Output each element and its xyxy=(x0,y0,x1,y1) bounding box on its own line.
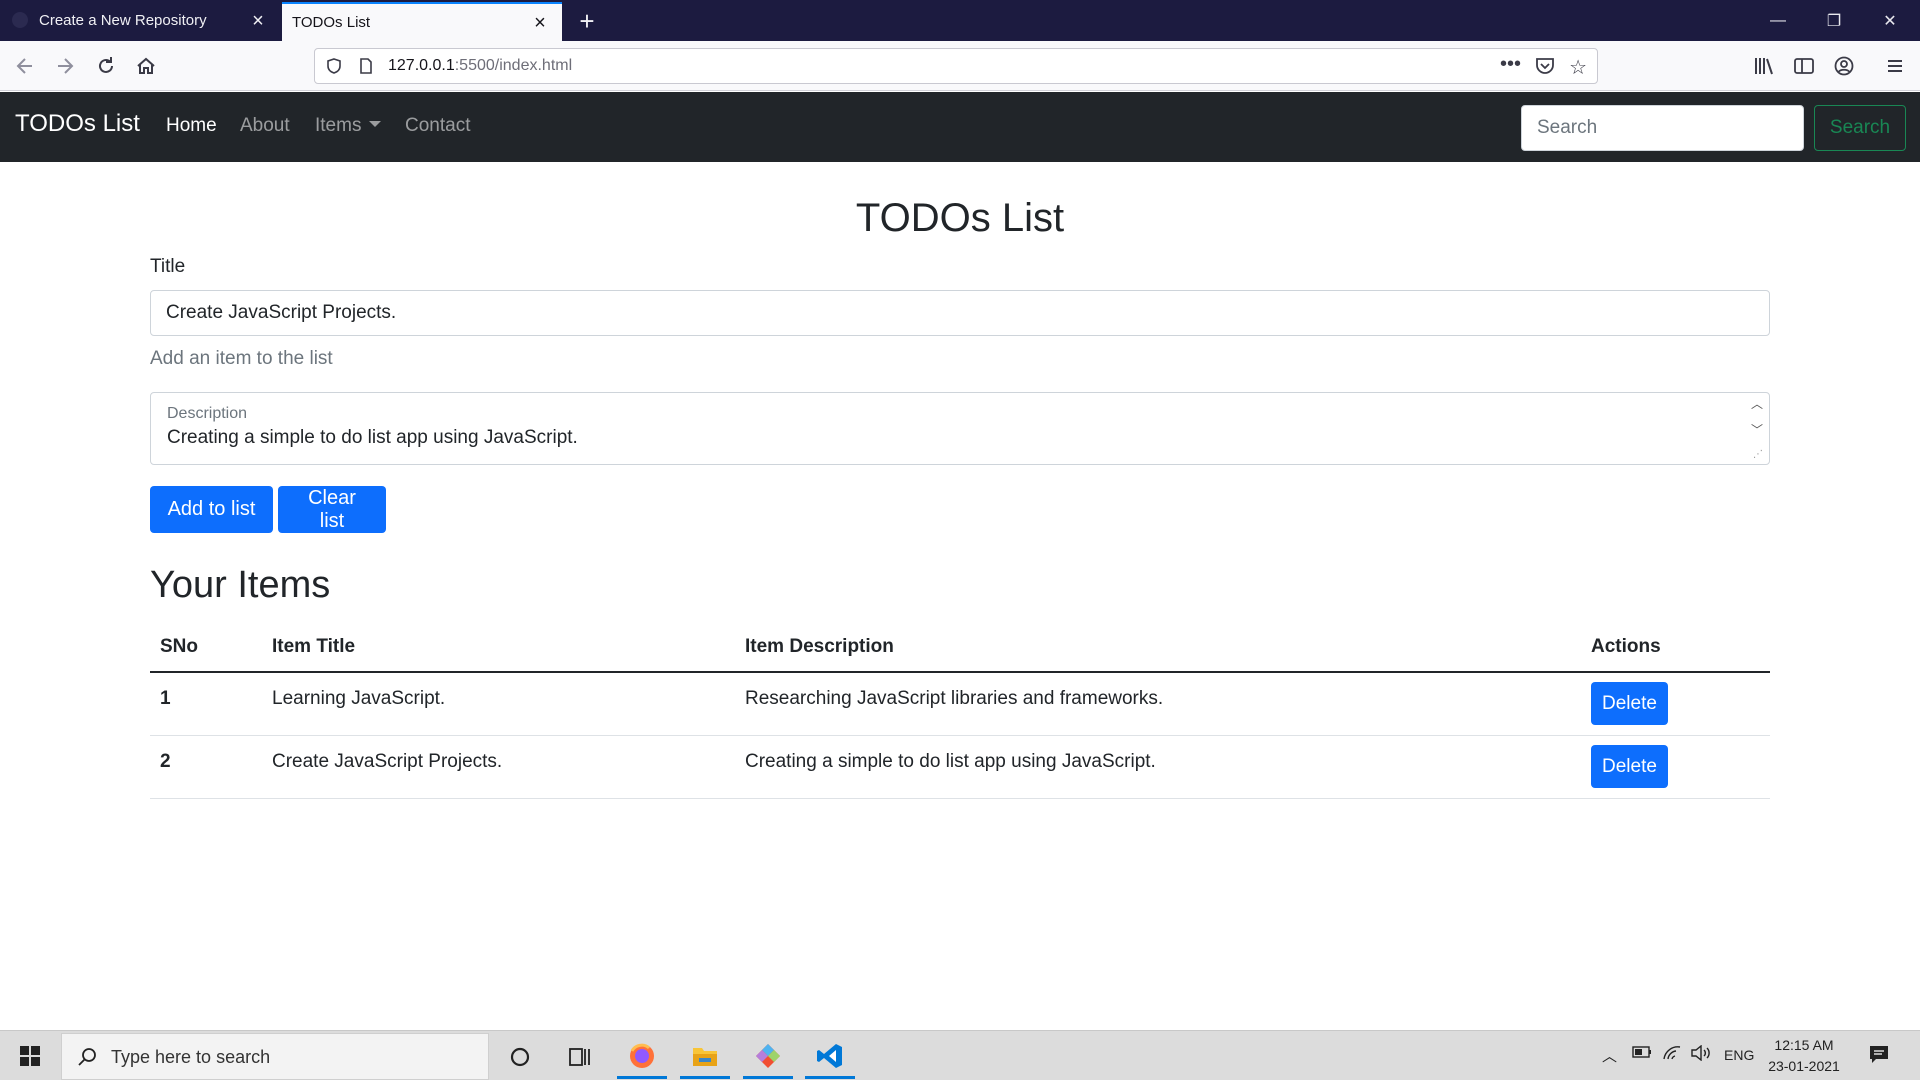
home-icon[interactable] xyxy=(129,49,163,83)
description-value: Creating a simple to do list app using J… xyxy=(167,427,578,448)
row-sno: 2 xyxy=(150,735,262,799)
column-header-sno: SNo xyxy=(150,622,262,673)
volume-icon[interactable] xyxy=(1690,1044,1712,1065)
url-text: 127.0.0.1:5500/index.html xyxy=(388,57,573,74)
new-tab-button[interactable]: + xyxy=(572,6,602,36)
forward-icon[interactable] xyxy=(48,49,82,83)
account-icon[interactable] xyxy=(1827,49,1861,83)
nav-items-dropdown[interactable]: Items xyxy=(315,115,382,137)
items-table: SNo Item Title Item Description Actions … xyxy=(150,622,1770,799)
column-header-description: Item Description xyxy=(735,622,1581,673)
row-actions: Delete xyxy=(1581,672,1770,736)
nav-home[interactable]: Home xyxy=(166,115,217,137)
site-search-input[interactable] xyxy=(1521,105,1804,151)
delete-button[interactable]: Delete xyxy=(1591,745,1668,788)
tab-label: TODOs List xyxy=(292,14,371,31)
tab-todos-list[interactable]: TODOs List × xyxy=(282,2,562,41)
vscode-icon[interactable] xyxy=(805,1035,855,1079)
description-textarea[interactable]: Description Creating a simple to do list… xyxy=(150,392,1770,465)
github-favicon-icon xyxy=(12,12,28,28)
row-title: Learning JavaScript. xyxy=(262,672,735,736)
nav-about[interactable]: About xyxy=(240,115,290,137)
scroll-down-icon[interactable]: ﹀ xyxy=(1751,421,1763,438)
title-input[interactable] xyxy=(150,290,1770,336)
title-label: Title xyxy=(150,256,186,277)
title-help-text: Add an item to the list xyxy=(150,348,333,369)
column-header-actions: Actions xyxy=(1581,622,1770,673)
tab-close-icon[interactable]: × xyxy=(248,11,268,31)
taskbar-search-placeholder: Type here to search xyxy=(111,1047,271,1067)
page-icon[interactable] xyxy=(357,57,375,80)
file-explorer-icon[interactable] xyxy=(680,1035,730,1079)
minimize-button[interactable]: — xyxy=(1750,0,1806,41)
task-view-icon[interactable] xyxy=(555,1035,605,1079)
notifications-icon[interactable] xyxy=(1868,1043,1890,1069)
bookmark-star-icon[interactable]: ☆ xyxy=(1569,55,1587,80)
page-actions-icon[interactable]: ••• xyxy=(1500,53,1521,76)
clear-list-button[interactable]: Clear list xyxy=(278,486,386,533)
close-window-button[interactable]: ✕ xyxy=(1862,0,1918,41)
scroll-up-icon[interactable]: ︿ xyxy=(1751,395,1763,412)
resize-grip-icon[interactable]: ⋰ xyxy=(1753,449,1763,460)
table-row: 1 Learning JavaScript. Researching JavaS… xyxy=(150,672,1770,736)
browser-tab-bar: Create a New Repository × TODOs List × +… xyxy=(0,0,1920,41)
nav-contact[interactable]: Contact xyxy=(405,115,470,137)
input-language[interactable]: ENG xyxy=(1724,1047,1754,1063)
wifi-icon[interactable] xyxy=(1662,1045,1682,1065)
description-label: Description xyxy=(167,405,248,422)
restore-button[interactable]: ❐ xyxy=(1806,0,1862,41)
tab-close-icon[interactable]: × xyxy=(530,13,550,33)
row-actions: Delete xyxy=(1581,735,1770,799)
taskbar-search-box[interactable]: Type here to search xyxy=(61,1033,489,1080)
battery-icon[interactable] xyxy=(1632,1045,1652,1063)
row-description: Creating a simple to do list app using J… xyxy=(735,735,1581,799)
navbar-brand[interactable]: TODOs List xyxy=(15,110,140,138)
shield-icon[interactable] xyxy=(325,57,343,80)
taskbar-clock[interactable]: 12:15 AM 23-01-2021 xyxy=(1764,1035,1844,1077)
dropdown-caret-icon xyxy=(369,121,382,127)
browser-toolbar: 127.0.0.1:5500/index.html ••• ☆ xyxy=(0,41,1920,91)
row-description: Researching JavaScript libraries and fra… xyxy=(735,672,1581,736)
address-bar[interactable]: 127.0.0.1:5500/index.html ••• ☆ xyxy=(314,48,1598,84)
reload-icon[interactable] xyxy=(89,49,123,83)
search-icon xyxy=(76,1046,98,1073)
tab-create-repository[interactable]: Create a New Repository × xyxy=(0,0,280,41)
row-title: Create JavaScript Projects. xyxy=(262,735,735,799)
site-search-button[interactable]: Search xyxy=(1814,105,1906,151)
site-navbar: TODOs List Home About Items Contact Sear… xyxy=(0,92,1920,162)
add-to-list-button[interactable]: Add to list xyxy=(150,486,273,533)
tab-label: Create a New Repository xyxy=(39,12,207,29)
library-icon[interactable] xyxy=(1747,49,1781,83)
tray-overflow-icon[interactable]: ︿ xyxy=(1602,1045,1617,1066)
cortana-icon[interactable] xyxy=(495,1035,545,1079)
pocket-icon[interactable] xyxy=(1535,57,1555,80)
firefox-icon[interactable] xyxy=(617,1035,667,1079)
delete-button[interactable]: Delete xyxy=(1591,682,1668,726)
clock-date: 23-01-2021 xyxy=(1768,1058,1840,1074)
windows-start-icon[interactable] xyxy=(5,1034,55,1078)
table-row: 2 Create JavaScript Projects. Creating a… xyxy=(150,735,1770,799)
clock-time: 12:15 AM xyxy=(1774,1037,1834,1053)
row-sno: 1 xyxy=(150,672,262,736)
your-items-heading: Your Items xyxy=(150,564,331,606)
table-header-row: SNo Item Title Item Description Actions xyxy=(150,622,1770,673)
git-app-icon[interactable] xyxy=(743,1035,793,1079)
column-header-title: Item Title xyxy=(262,622,735,673)
back-icon[interactable] xyxy=(8,49,42,83)
windows-taskbar: Type here to search ︿ ENG 12:15 AM 23-01… xyxy=(0,1030,1920,1080)
page-title: TODOs List xyxy=(855,196,1065,240)
menu-icon[interactable] xyxy=(1878,49,1912,83)
sidebar-icon[interactable] xyxy=(1787,49,1821,83)
